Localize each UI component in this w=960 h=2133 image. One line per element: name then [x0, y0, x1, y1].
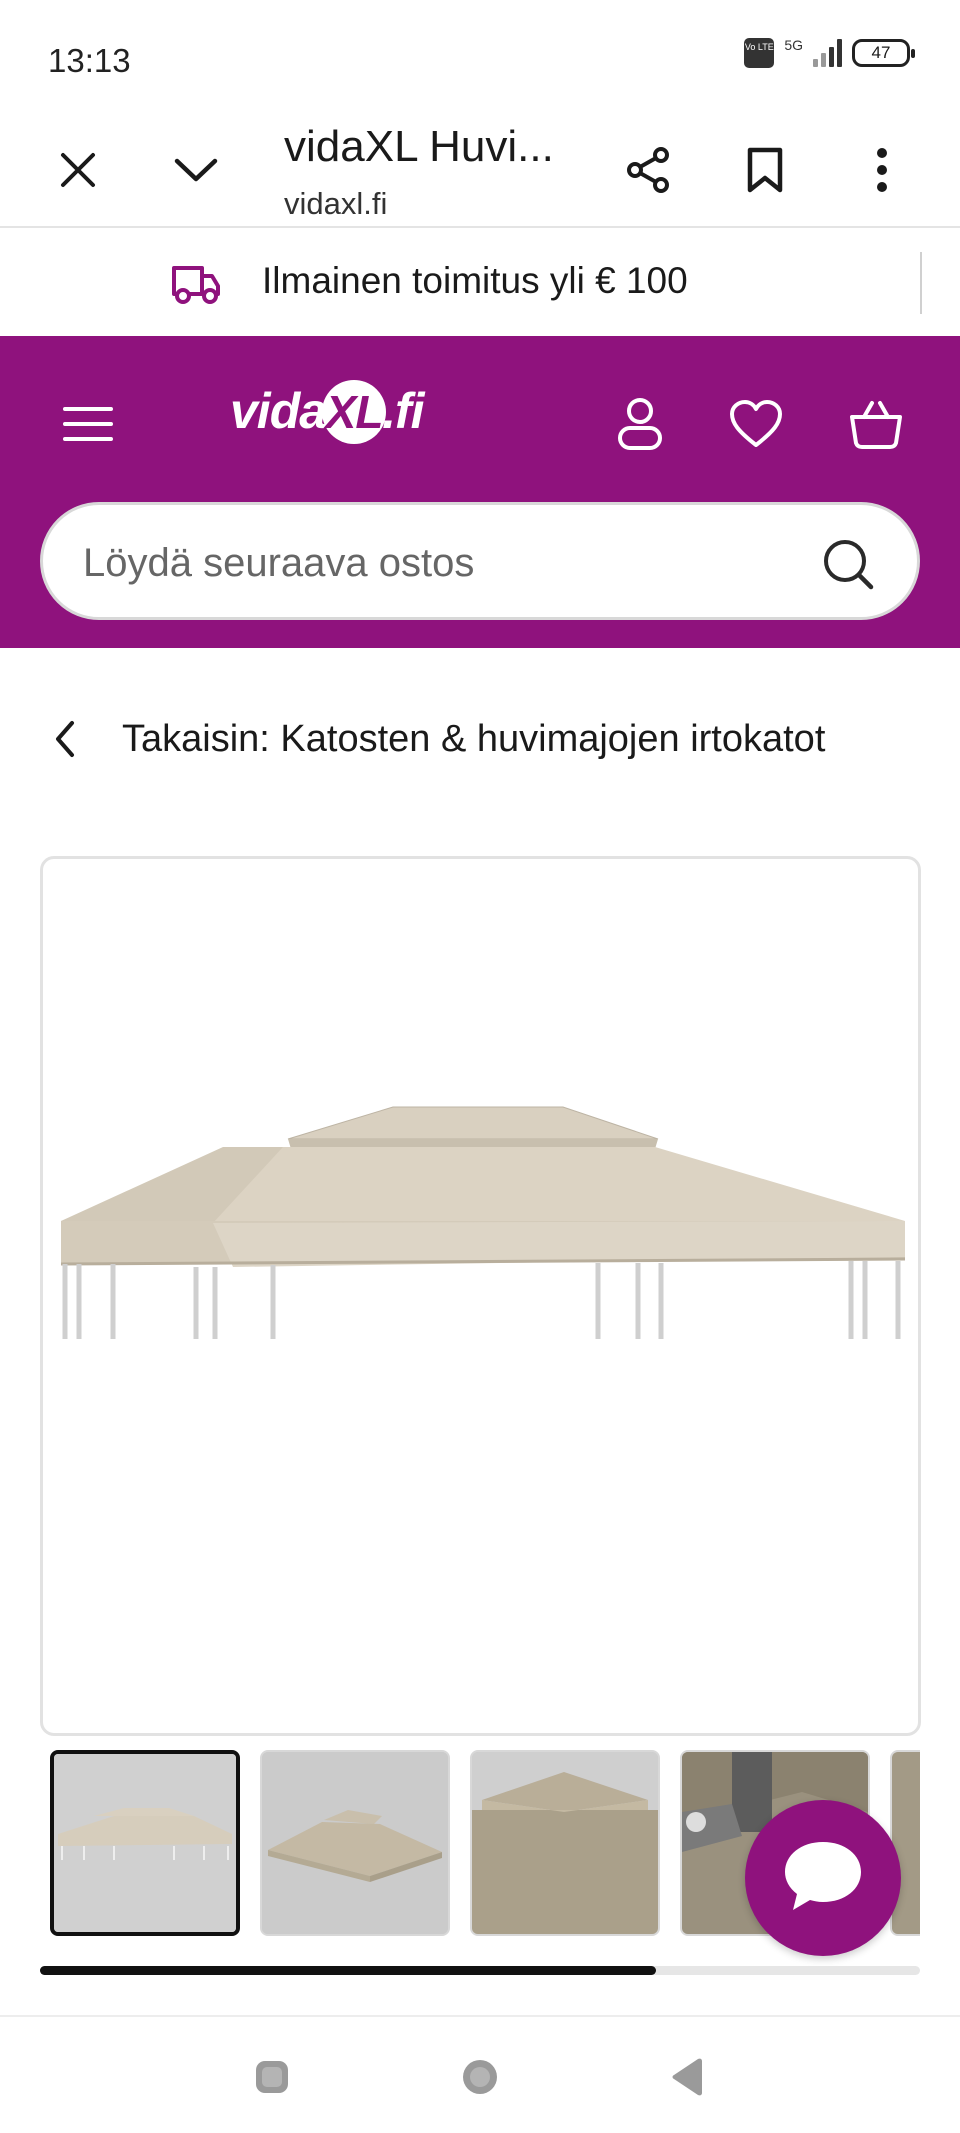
battery-level: 47	[871, 43, 891, 62]
close-icon[interactable]	[38, 130, 118, 210]
battery-icon: 47	[852, 39, 915, 67]
search-bar	[40, 502, 920, 620]
signal-icon	[813, 39, 842, 67]
status-bar: 13:13 Vo LTE 5G 47	[0, 0, 960, 110]
search-input[interactable]	[83, 535, 803, 591]
gallery-scroll-thumb[interactable]	[40, 1966, 656, 1975]
page-url[interactable]: vidaxl.fi	[284, 186, 387, 222]
logo-xl: XL	[322, 380, 387, 444]
truck-icon	[168, 254, 224, 315]
chevron-left-icon	[52, 718, 78, 765]
bookmark-icon[interactable]	[725, 130, 805, 210]
logo-suffix: .fi	[382, 383, 424, 439]
heart-icon[interactable]	[716, 384, 796, 464]
thumbnail-2[interactable]	[260, 1750, 450, 1936]
promo-divider	[920, 252, 922, 314]
back-nav-icon[interactable]	[666, 2055, 710, 2099]
network-type: 5G	[784, 37, 803, 53]
search-icon[interactable]	[813, 529, 883, 599]
more-vert-icon[interactable]	[842, 130, 922, 210]
thumbnail-1[interactable]	[50, 1750, 240, 1936]
menu-icon[interactable]	[48, 384, 128, 464]
site-header: vidaXL.fi	[0, 336, 960, 648]
product-main-image[interactable]	[40, 856, 921, 1736]
status-time: 13:13	[48, 42, 131, 79]
page-title: vidaXL Huvi...	[284, 122, 554, 171]
back-link[interactable]: Takaisin: Katosten & huvimajojen irtokat…	[0, 700, 960, 780]
browser-toolbar: vidaXL Huvi... vidaxl.fi	[0, 110, 960, 228]
basket-icon[interactable]	[836, 384, 916, 464]
thumbnail-3[interactable]	[470, 1750, 660, 1936]
free-delivery-text: Ilmainen toimitus yli € 100	[262, 260, 688, 301]
system-nav-bar	[0, 2015, 960, 2133]
free-delivery-banner: Ilmainen toimitus yli € 100	[0, 230, 960, 336]
vidaxl-logo[interactable]: vidaXL.fi	[230, 380, 425, 444]
logo-prefix: vida	[230, 383, 327, 439]
volte-icon: Vo LTE	[744, 38, 775, 68]
gallery-scroll-track[interactable]	[40, 1966, 920, 1975]
home-icon[interactable]	[458, 2055, 502, 2099]
chat-button[interactable]	[745, 1800, 901, 1956]
account-icon[interactable]	[600, 384, 680, 464]
status-icons: Vo LTE 5G 47	[744, 37, 915, 68]
chat-bubble-icon	[781, 1836, 865, 1921]
recent-apps-icon[interactable]	[250, 2055, 294, 2099]
share-icon[interactable]	[608, 130, 688, 210]
chevron-down-icon[interactable]	[156, 130, 236, 210]
back-link-label: Takaisin: Katosten & huvimajojen irtokat…	[122, 718, 826, 760]
